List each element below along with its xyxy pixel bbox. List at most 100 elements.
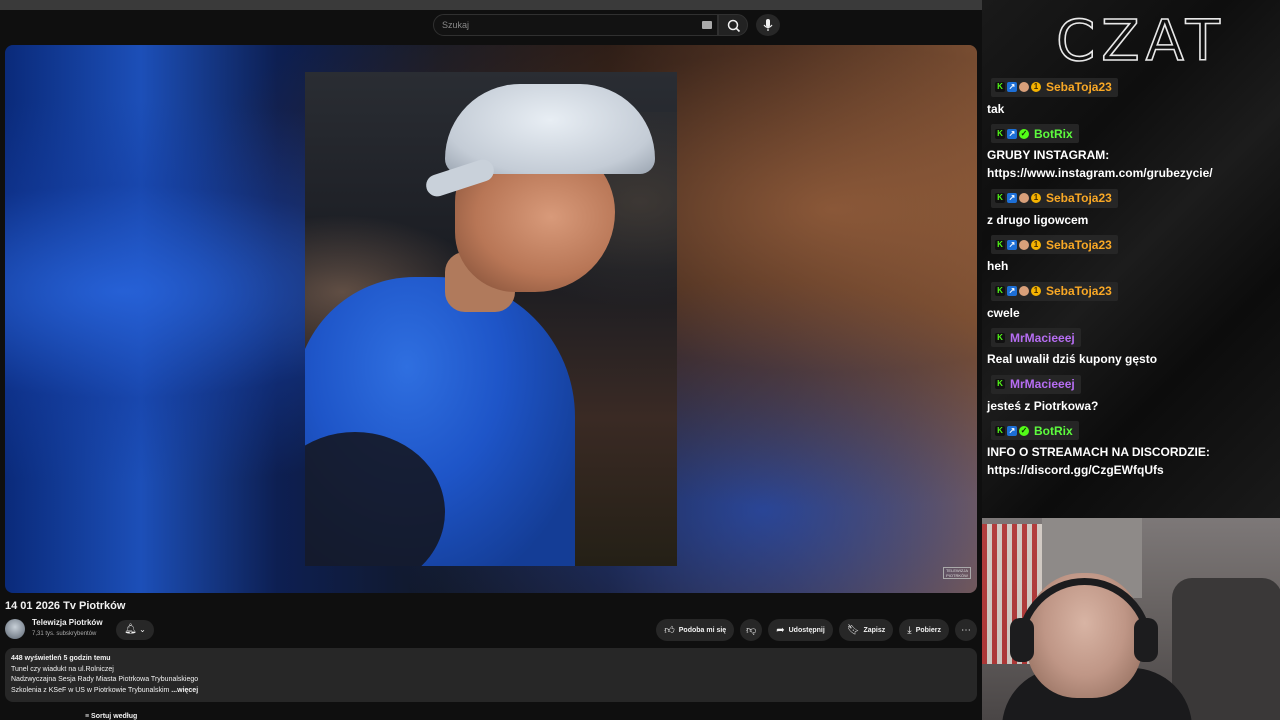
coin-icon: 1 (1031, 193, 1041, 203)
share-button[interactable]: ➦ Udostępnij (768, 619, 833, 641)
verified-icon: ✓ (1019, 128, 1029, 139)
chat-username[interactable]: SebaToja23 (1046, 238, 1112, 252)
screen: TELEWIZJA PIOTRKÓW 14 01 2026 Tv Piotrkó… (0, 0, 1280, 720)
more-icon: ⋯ (961, 624, 971, 636)
sub-icon: ↗ (1007, 82, 1017, 92)
description-line: Nadzwyczajna Sesja Rady Miasta Piotrkowa… (11, 676, 199, 683)
chat-message-text: tak (987, 101, 1005, 116)
video-actions: 👍︎ Podoba mi się 👎︎ ➦ Udostępnij 🔖︎ Zapi… (656, 619, 977, 641)
like-button[interactable]: 👍︎ Podoba mi się (656, 619, 735, 641)
coin-icon: 1 (1031, 239, 1041, 250)
svg-text:CZAT: CZAT (1056, 9, 1226, 70)
browser-chrome-strip (0, 0, 982, 10)
subscriber-count: 7,31 tys. subskrybentów (32, 631, 97, 637)
chat-username[interactable]: SebaToja23 (1046, 80, 1112, 94)
chat-message: K ↗ ✓ BotRix GRUBY INSTAGRAM: https://www.in… (982, 123, 1280, 183)
sub-icon: ↗ (1007, 425, 1017, 436)
kick-icon: K (995, 332, 1005, 343)
video-description[interactable]: 448 wyświetleń 5 godzin temu Tunel czy w… (5, 648, 977, 702)
voice-search-button[interactable] (756, 14, 780, 36)
chat-message-text: heh (987, 259, 1009, 273)
gaming-chair (1172, 578, 1280, 720)
description-line: Szkolenia z KSeF w US w Piotrkowie Trybu… (11, 686, 170, 694)
channel-name[interactable]: Telewizja Piotrków (32, 618, 103, 627)
chat-message-text: GRUBY INSTAGRAM: https://www.instagram.c… (987, 148, 1213, 180)
chat-message: K ↗ 1 SebaToja23 heh (982, 234, 1280, 276)
chat-username[interactable]: BotRix (1034, 127, 1073, 141)
kick-icon: K (995, 425, 1005, 436)
more-actions-button[interactable]: ⋯ (955, 619, 977, 641)
download-icon: ⤓ (907, 624, 912, 636)
chat-user-badge[interactable]: K MrMacieeej (991, 374, 1081, 394)
chat-message-text: Real uwalił dziś kupony gęsto (987, 352, 1158, 366)
coin-icon: 1 (1031, 286, 1041, 296)
chat-username[interactable]: BotRix (1034, 424, 1073, 438)
save-button[interactable]: 🔖︎ Zapisz (838, 619, 894, 641)
download-label: Pobierz (915, 626, 941, 634)
chat-message-text: INFO O STREAMACH NA DISCORDZIE: https://… (987, 445, 1210, 477)
show-more-link[interactable]: ...więcej (171, 687, 198, 694)
bookmark-icon: 🔖︎ (846, 624, 860, 636)
video-player[interactable]: TELEWIZJA PIOTRKÓW (5, 45, 977, 593)
thumbs-up-icon: 👍︎ (664, 625, 675, 636)
search-button[interactable] (718, 14, 748, 36)
face-icon (1019, 239, 1029, 250)
kick-icon: K (995, 239, 1005, 250)
streamer-webcam (982, 518, 1280, 720)
chat-user-badge[interactable]: K ↗ 1 SebaToja23 (991, 77, 1118, 97)
chat-username[interactable]: MrMacieeej (1010, 377, 1075, 391)
youtube-page: TELEWIZJA PIOTRKÓW 14 01 2026 Tv Piotrkó… (0, 0, 982, 720)
sub-icon: ↗ (1007, 128, 1017, 139)
kick-icon: K (995, 128, 1005, 139)
chat-message-text: jesteś z Piotrkowa? (987, 398, 1099, 413)
save-label: Zapisz (863, 626, 886, 634)
youtube-header (0, 10, 982, 40)
chat-user-badge[interactable]: K ↗ 1 SebaToja23 (991, 235, 1118, 254)
chat-message: K ↗ ✓ BotRix INFO O STREAMACH NA DISCORDZIE:… (982, 420, 1280, 480)
chat-user-badge[interactable]: K MrMacieeej (991, 328, 1081, 347)
view-stats: 448 wyświetleń 5 godzin temu (11, 655, 111, 662)
like-label: Podoba mi się (678, 626, 727, 634)
chat-user-badge[interactable]: K ↗ ✓ BotRix (991, 124, 1079, 143)
chevron-down-icon: ⌄ (136, 625, 146, 634)
chat-username[interactable]: MrMacieeej (1010, 331, 1075, 345)
chat-messages: K ↗ 1 SebaToja23 tak K ↗ ✓ BotRix GRUBY INSTAGRAM… (982, 76, 1280, 484)
share-label: Udostępnij (788, 626, 825, 634)
notification-bell-button[interactable]: 🔔︎ ⌄ (116, 620, 154, 640)
face-icon (1019, 193, 1029, 203)
comments-sort[interactable]: ≡ Sortuj według (5, 713, 137, 720)
search-icon (727, 19, 741, 33)
microphone-icon (763, 19, 773, 31)
search-box[interactable] (433, 14, 718, 36)
kick-icon: K (995, 286, 1005, 296)
kick-icon: K (995, 193, 1005, 203)
thumbs-down-icon: 👎︎ (746, 625, 757, 636)
dislike-button[interactable]: 👎︎ (740, 619, 763, 641)
chat-user-badge[interactable]: K ↗ 1 SebaToja23 (991, 281, 1118, 301)
channel-watermark: TELEWIZJA PIOTRKÓW (943, 567, 971, 579)
bell-icon: 🔔︎ (124, 624, 137, 635)
sort-label: Sortuj według (91, 713, 138, 720)
share-icon: ➦ (776, 624, 785, 636)
search-input[interactable] (442, 17, 692, 33)
keyboard-icon[interactable] (702, 21, 712, 29)
chat-message: K MrMacieeej Real uwalił dziś kupony gęsto (982, 327, 1280, 369)
sub-icon: ↗ (1007, 286, 1017, 296)
chat-username[interactable]: SebaToja23 (1046, 284, 1112, 298)
chat-message-text: cwele (987, 305, 1020, 320)
download-button[interactable]: ⤓ Pobierz (899, 619, 949, 641)
chat-user-badge[interactable]: K ↗ 1 SebaToja23 (991, 188, 1118, 208)
stream-overlay: CZAT K ↗ 1 SebaToja23 tak K ↗ ✓ BotRix GRUBY INST… (982, 0, 1280, 720)
chat-username[interactable]: SebaToja23 (1046, 191, 1112, 205)
sub-icon: ↗ (1007, 193, 1017, 203)
description-line: Tunel czy wiadukt na ul.Rolniczej (11, 665, 114, 673)
video-frame-tennis-player (305, 72, 677, 566)
channel-avatar[interactable] (5, 619, 25, 639)
chat-user-badge[interactable]: K ↗ ✓ BotRix (991, 421, 1079, 440)
chat-message: K ↗ 1 SebaToja23 tak (982, 76, 1280, 118)
kick-icon: K (995, 82, 1005, 92)
chat-message: K ↗ 1 SebaToja23 cwele (982, 280, 1280, 322)
kick-icon: K (995, 379, 1005, 389)
sub-icon: ↗ (1007, 239, 1017, 250)
chat-header: CZAT (1055, 8, 1226, 70)
